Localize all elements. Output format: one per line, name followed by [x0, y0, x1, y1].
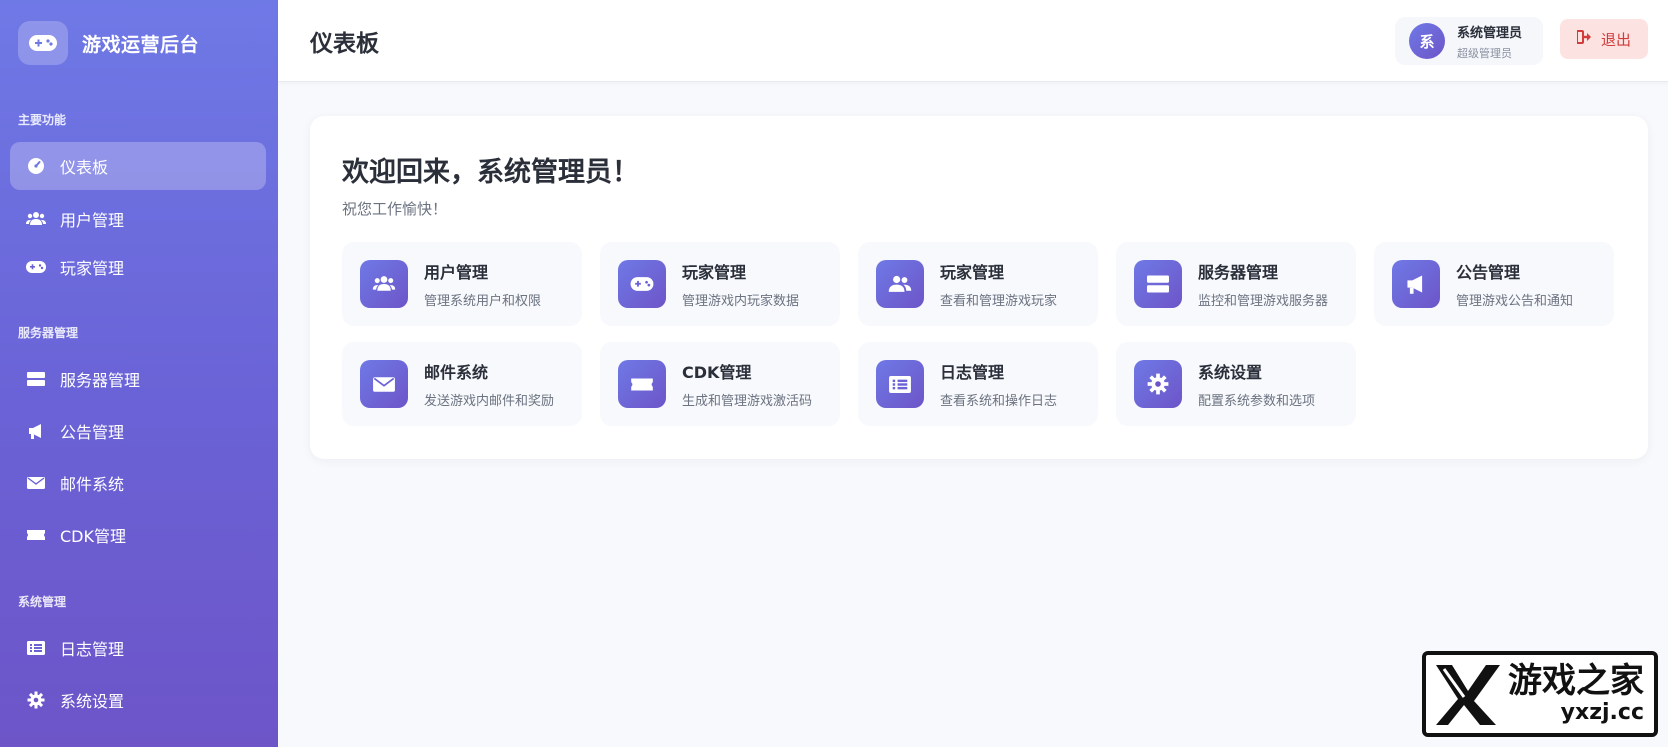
quick-link-title: 玩家管理: [682, 263, 747, 282]
sidebar-item-settings[interactable]: 系统设置: [10, 676, 266, 724]
ticket-icon: [26, 525, 46, 545]
sidebar-item-label: 系统设置: [60, 692, 125, 711]
sidebar-item-label: 日志管理: [60, 640, 125, 659]
quick-link-title: 邮件系统: [424, 363, 489, 382]
megaphone-icon: [26, 421, 46, 441]
sidebar-item-announcements[interactable]: 公告管理: [10, 407, 266, 455]
quick-link-player-view[interactable]: 玩家管理查看和管理游戏玩家: [858, 242, 1098, 326]
avatar: 系: [1409, 23, 1445, 59]
top-header: 仪表板 系 系统管理员 超级管理员 退出: [278, 0, 1668, 82]
quick-link-users[interactable]: 用户管理管理系统用户和权限: [342, 242, 582, 326]
user-profile[interactable]: 系 系统管理员 超级管理员: [1395, 17, 1543, 65]
server-icon: [26, 369, 46, 389]
envelope-icon: [26, 473, 46, 493]
quick-link-desc: 管理系统用户和权限: [424, 294, 542, 309]
quick-link-desc: 管理游戏公告和通知: [1456, 294, 1574, 309]
quick-link-desc: 发送游戏内邮件和奖励: [424, 394, 555, 409]
list-icon: [876, 360, 924, 408]
logout-button[interactable]: 退出: [1560, 19, 1648, 59]
sidebar-item-cdk[interactable]: CDK管理: [10, 511, 266, 559]
gear-icon: [1134, 360, 1182, 408]
quick-link-title: 系统设置: [1198, 363, 1263, 382]
sidebar-item-servers[interactable]: 服务器管理: [10, 355, 266, 403]
watermark-name: 游戏之家: [1508, 660, 1644, 701]
quick-link-desc: 配置系统参数和选项: [1198, 394, 1316, 409]
gamepad-logo-icon: [18, 21, 68, 65]
watermark-url: yxzj.cc: [1560, 699, 1644, 725]
app-title: 游戏运营后台: [82, 33, 200, 56]
users-icon: [360, 260, 408, 308]
quick-link-logs[interactable]: 日志管理查看系统和操作日志: [858, 342, 1098, 426]
sidebar-item-label: 公告管理: [60, 423, 125, 442]
quick-link-title: 玩家管理: [940, 263, 1005, 282]
quick-link-desc: 查看系统和操作日志: [940, 394, 1058, 409]
welcome-card: 欢迎回来，系统管理员！ 祝您工作愉快！ 用户管理管理系统用户和权限 玩家管理管理…: [310, 116, 1648, 459]
quick-link-title: CDK管理: [682, 363, 752, 382]
dashboard-icon: [26, 156, 46, 176]
quick-link-title: 公告管理: [1456, 263, 1521, 282]
user-role: 超级管理员: [1457, 46, 1512, 60]
sidebar-item-logs[interactable]: 日志管理: [10, 624, 266, 672]
brand[interactable]: 游戏运营后台: [18, 20, 199, 66]
quick-link-title: 日志管理: [940, 363, 1005, 382]
sidebar: 游戏运营后台 主要功能 仪表板 用户管理 玩家管理 服务器管理 服务器管理 公告…: [0, 0, 278, 747]
sign-out-icon: [1575, 30, 1593, 48]
sidebar-item-label: 玩家管理: [60, 259, 125, 278]
gamepad-icon: [618, 260, 666, 308]
user-name: 系统管理员: [1457, 25, 1523, 41]
sidebar-item-dashboard[interactable]: 仪表板: [10, 142, 266, 190]
nav-section-main: 主要功能: [18, 113, 67, 127]
quick-link-desc: 生成和管理游戏激活码: [682, 394, 813, 409]
quick-link-mail[interactable]: 邮件系统发送游戏内邮件和奖励: [342, 342, 582, 426]
page-title: 仪表板: [310, 31, 379, 57]
quick-link-desc: 管理游戏内玩家数据: [682, 294, 800, 309]
sidebar-item-label: 用户管理: [60, 211, 125, 230]
sidebar-item-label: 服务器管理: [60, 371, 141, 390]
quick-link-servers[interactable]: 服务器管理监控和管理游戏服务器: [1116, 242, 1356, 326]
quick-link-settings[interactable]: 系统设置配置系统参数和选项: [1116, 342, 1356, 426]
nav-section-system: 系统管理: [18, 595, 67, 609]
quick-link-desc: 查看和管理游戏玩家: [940, 294, 1058, 309]
ticket-icon: [618, 360, 666, 408]
megaphone-icon: [1392, 260, 1440, 308]
list-icon: [26, 638, 46, 658]
welcome-subtitle: 祝您工作愉快！: [342, 200, 448, 218]
welcome-title: 欢迎回来，系统管理员！: [342, 157, 639, 188]
logout-label: 退出: [1600, 30, 1631, 49]
gear-icon: [26, 690, 46, 710]
sidebar-item-users[interactable]: 用户管理: [10, 195, 266, 243]
quick-link-cdk[interactable]: CDK管理生成和管理游戏激活码: [600, 342, 840, 426]
nav-section-server: 服务器管理: [18, 326, 79, 340]
watermark-logo: 游戏之家 yxzj.cc: [1422, 651, 1658, 737]
sidebar-item-label: CDK管理: [60, 527, 126, 546]
user-group-icon: [876, 260, 924, 308]
envelope-icon: [360, 360, 408, 408]
sidebar-item-players[interactable]: 玩家管理: [10, 243, 266, 291]
quick-link-title: 用户管理: [424, 263, 489, 282]
quick-link-desc: 监控和管理游戏服务器: [1198, 294, 1329, 309]
sidebar-item-label: 仪表板: [60, 158, 109, 177]
server-icon: [1134, 260, 1182, 308]
gamepad-icon: [26, 257, 46, 277]
quick-link-players[interactable]: 玩家管理管理游戏内玩家数据: [600, 242, 840, 326]
quick-link-title: 服务器管理: [1198, 263, 1279, 282]
yx-logo-icon: [1436, 665, 1500, 725]
users-icon: [26, 209, 46, 229]
sidebar-item-mail[interactable]: 邮件系统: [10, 459, 266, 507]
quick-link-announcements[interactable]: 公告管理管理游戏公告和通知: [1374, 242, 1614, 326]
sidebar-item-label: 邮件系统: [60, 475, 125, 494]
